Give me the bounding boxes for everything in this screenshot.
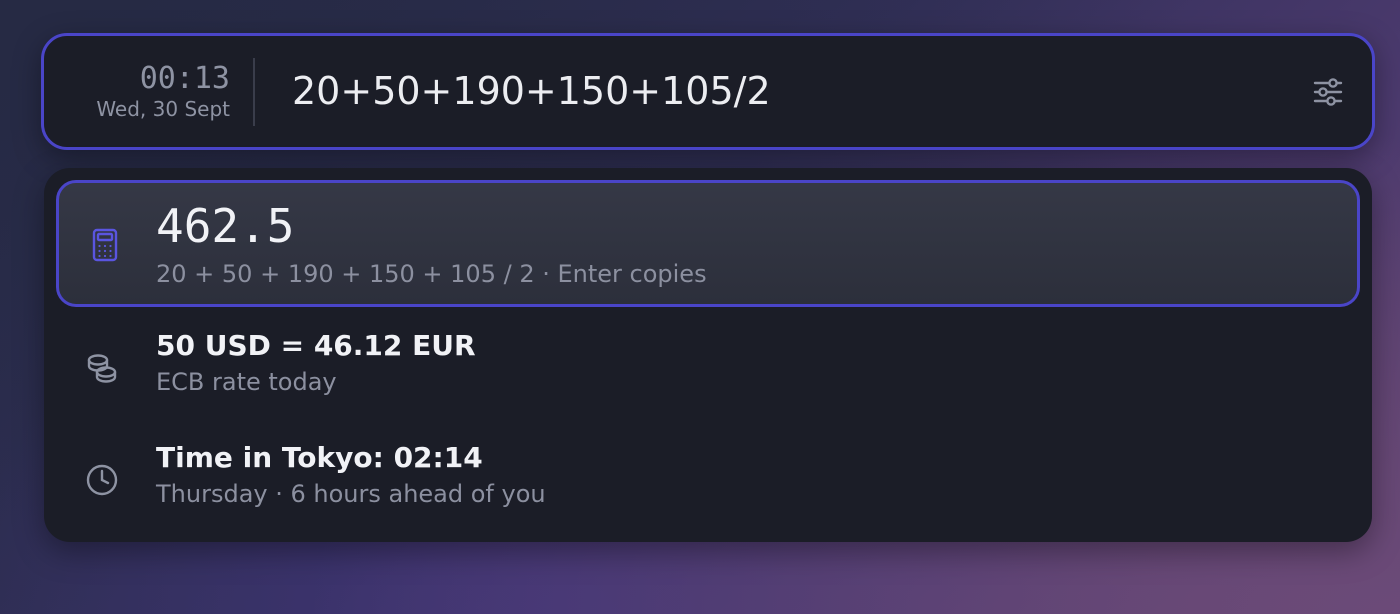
settings-button[interactable] <box>1310 74 1346 110</box>
clock-date: Wed, 30 Sept <box>96 97 230 121</box>
result-item-timezone[interactable]: Time in Tokyo: 02:14 Thursday · 6 hours … <box>56 430 1360 530</box>
result-title: 50 USD = 46.12 EUR <box>156 329 476 362</box>
result-subtitle: 20 + 50 + 190 + 150 + 105 / 2 · Enter co… <box>156 260 707 288</box>
result-subtitle: ECB rate today <box>156 368 337 396</box>
search-input[interactable] <box>292 65 1272 117</box>
search-divider <box>253 58 255 126</box>
result-title: Time in Tokyo: 02:14 <box>156 441 483 474</box>
clock-icon <box>86 464 118 496</box>
coins-icon <box>87 354 117 383</box>
sliders-icon <box>1313 78 1343 106</box>
results-panel: 462.5 20 + 50 + 190 + 150 + 105 / 2 · En… <box>44 168 1372 542</box>
result-item-calculator[interactable]: 462.5 20 + 50 + 190 + 150 + 105 / 2 · En… <box>56 180 1360 307</box>
clock-time: 00:13 <box>139 61 230 96</box>
result-title: 462.5 <box>156 199 295 253</box>
result-item-currency[interactable]: 50 USD = 46.12 EUR ECB rate today <box>56 318 1360 418</box>
clock-widget: 00:13 Wed, 30 Sept <box>72 62 230 122</box>
result-subtitle: Thursday · 6 hours ahead of you <box>156 480 546 508</box>
calculator-icon <box>92 228 118 262</box>
search-bar: 00:13 Wed, 30 Sept <box>41 33 1375 150</box>
